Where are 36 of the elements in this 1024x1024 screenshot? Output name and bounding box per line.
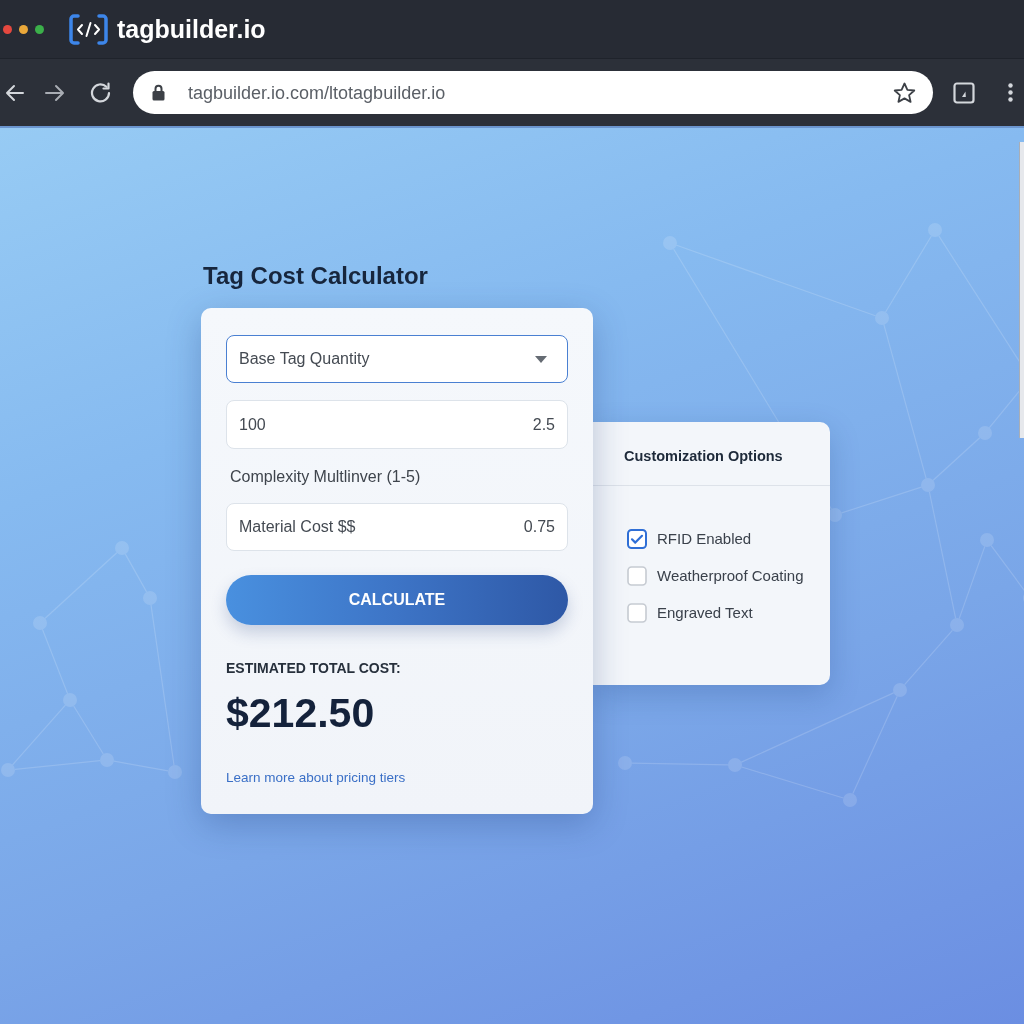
address-bar[interactable]: tagbuilder.io.com/ltotagbuilder.io [133,71,933,114]
minimize-window-icon[interactable] [19,24,28,34]
material-cost-label: Material Cost $$ [239,517,356,537]
star-icon[interactable] [893,81,916,104]
checkbox[interactable] [627,566,647,586]
calculate-button[interactable]: CALCULATE [226,575,568,625]
quantity-input[interactable]: 100 2.5 [226,400,568,449]
url-text: tagbuilder.io.com/ltotagbuilder.io [188,81,446,104]
network-node [828,508,842,522]
back-arrow-icon[interactable] [5,83,24,102]
quantity-dropdown[interactable]: Base Tag Quantity [226,335,568,383]
maximize-window-icon[interactable] [35,24,44,34]
pricing-link[interactable]: Learn more about pricing tiers [226,769,406,787]
app-title: tagbuilder.io [117,14,266,44]
caret-icon [535,355,547,363]
code-logo-icon [69,13,108,45]
calculator-title: Tag Cost Calculator [203,261,428,290]
checkbox-label: Weatherproof Coating [657,566,804,586]
multiplier-value: 2.5 [532,414,555,435]
result-label: ESTIMATED TOTAL COST: [226,660,402,677]
checkbox[interactable] [627,603,647,623]
checkbox-label: Engraved Text [657,603,753,623]
scrollbar-thumb[interactable] [1019,142,1024,438]
checkbox-label: RFID Enabled [657,529,752,549]
total-cost-value: $212.50 [226,689,376,737]
network-node [168,765,182,779]
forward-arrow-icon[interactable] [45,83,65,102]
close-window-icon[interactable] [3,24,12,34]
lock-icon [152,84,165,101]
material-cost-input[interactable]: Material Cost $$ 0.75 [226,503,568,551]
reload-icon[interactable] [90,82,111,103]
checkbox[interactable] [627,529,647,549]
menu-icon[interactable] [1008,83,1013,102]
options-title: Customization Options [624,447,784,466]
square-icon[interactable] [953,81,975,104]
complexity-label: Complexity Multlinver (1-5) [230,467,422,487]
